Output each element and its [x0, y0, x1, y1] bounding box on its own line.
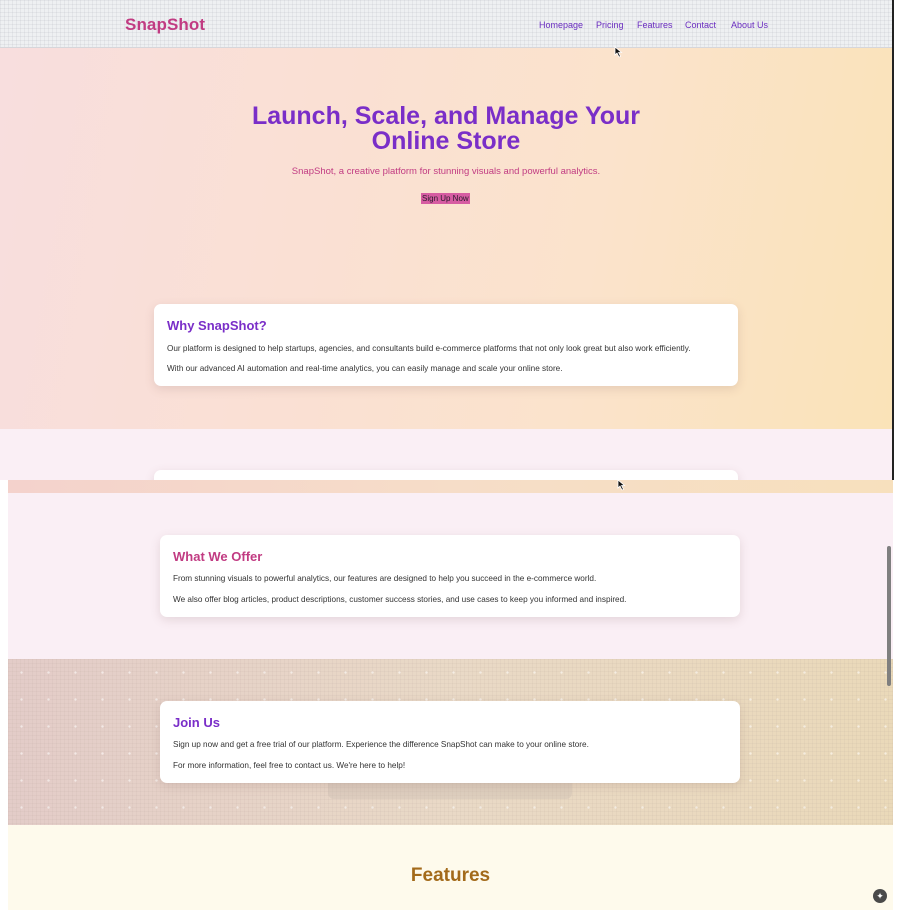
hero-subtitle: SnapShot, a creative platform for stunni…	[291, 166, 601, 177]
hero-bottom-edge	[8, 480, 893, 493]
mouse-cursor-icon	[617, 480, 626, 491]
navbar: SnapShot Homepage Pricing Features Conta…	[0, 0, 892, 48]
hero-title-line1: Launch, Scale, and Manage Your	[251, 102, 641, 130]
join-us-paragraph-2: For more information, feel free to conta…	[173, 761, 406, 770]
features-section: Features	[8, 825, 893, 910]
screen: SnapShot Homepage Pricing Features Conta…	[0, 0, 898, 910]
nav-link-homepage[interactable]: Homepage	[539, 20, 583, 30]
top-viewport: SnapShot Homepage Pricing Features Conta…	[0, 0, 894, 480]
join-us-card: Join Us Sign up now and get a free trial…	[160, 701, 740, 783]
assistant-icon[interactable]: ✦	[873, 889, 887, 903]
hero-section: Launch, Scale, and Manage Your Online St…	[0, 48, 892, 429]
nav-link-contact[interactable]: Contact	[685, 20, 716, 30]
mouse-cursor-icon	[614, 46, 623, 58]
bottom-viewport: What We Offer From stunning visuals to p…	[8, 480, 893, 910]
what-we-offer-card: What We Offer From stunning visuals to p…	[160, 535, 740, 617]
what-we-offer-section: What We Offer From stunning visuals to p…	[8, 493, 893, 659]
sign-up-button[interactable]: Sign Up Now	[421, 193, 470, 204]
nav-link-pricing[interactable]: Pricing	[596, 20, 624, 30]
hero-title-line2: Online Store	[371, 127, 521, 155]
why-snapshot-paragraph-2: With our advanced AI automation and real…	[167, 364, 563, 373]
nav-link-about-us[interactable]: About Us	[731, 20, 768, 30]
what-we-offer-heading: What We Offer	[173, 549, 263, 564]
hero-title: Launch, Scale, and Manage Your Online St…	[0, 104, 892, 154]
nav-link-features[interactable]: Features	[637, 20, 673, 30]
offer-section-top-preview	[0, 429, 892, 480]
why-snapshot-heading: Why SnapShot?	[167, 318, 267, 333]
features-heading: Features	[410, 865, 491, 886]
why-snapshot-paragraph-1: Our platform is designed to help startup…	[167, 344, 691, 353]
what-we-offer-paragraph-2: We also offer blog articles, product des…	[173, 595, 627, 604]
join-us-section: Join Us Sign up now and get a free trial…	[8, 659, 893, 825]
join-us-heading: Join Us	[173, 715, 220, 730]
why-snapshot-card: Why SnapShot? Our platform is designed t…	[154, 304, 738, 386]
offer-card-preview	[154, 470, 738, 480]
scrollbar-thumb[interactable]	[887, 546, 891, 686]
what-we-offer-paragraph-1: From stunning visuals to powerful analyt…	[173, 574, 597, 583]
join-us-paragraph-1: Sign up now and get a free trial of our …	[173, 740, 589, 749]
nav-links: Homepage Pricing Features Contact About …	[0, 20, 892, 34]
